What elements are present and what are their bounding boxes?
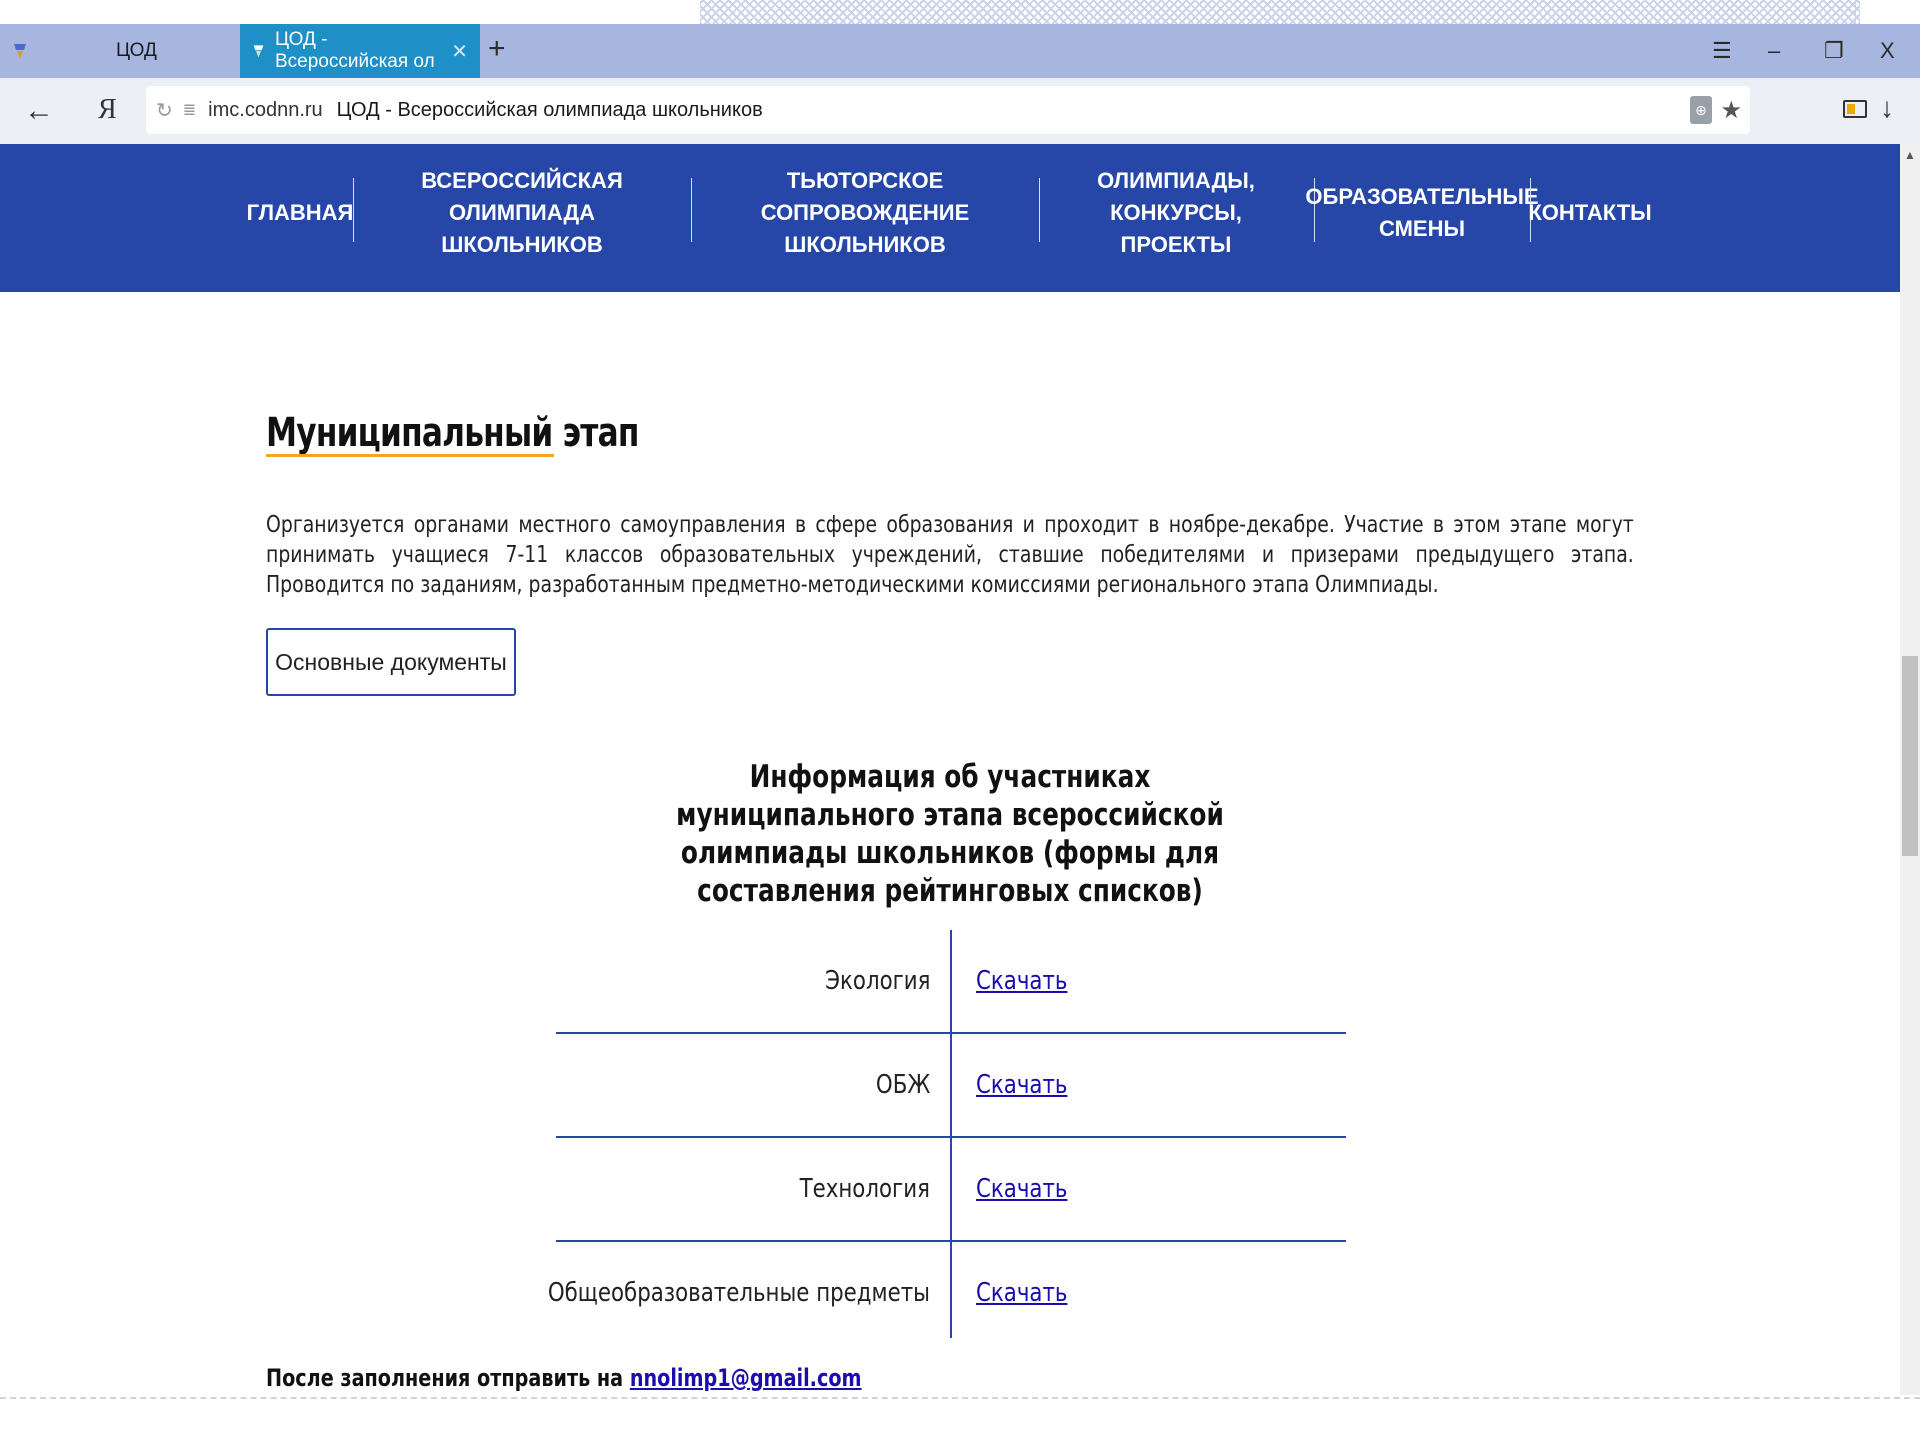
site-favicon-icon bbox=[14, 44, 26, 59]
site-navigation: ГЛАВНАЯ ВСЕРОССИЙСКАЯ ОЛИМПИАДА ШКОЛЬНИКО… bbox=[0, 144, 1900, 292]
table-column-divider bbox=[950, 930, 952, 1338]
email-link[interactable]: nnolimp1@gmail.com bbox=[630, 1364, 862, 1392]
main-documents-button[interactable]: Основные документы bbox=[266, 628, 516, 696]
tab-olympiad[interactable]: ЦОД - Всероссийская ол ✕ bbox=[240, 24, 480, 78]
tab-cod[interactable]: ЦОД bbox=[0, 24, 238, 78]
yandex-button[interactable]: Я bbox=[98, 94, 117, 126]
nav-contests[interactable]: ОЛИМПИАДЫ, КОНКУРСЫ, ПРОЕКТЫ bbox=[1050, 168, 1302, 257]
nav-home[interactable]: ГЛАВНАЯ bbox=[247, 180, 354, 246]
download-link[interactable]: Скачать bbox=[976, 1138, 1067, 1240]
download-icon[interactable]: ↓ bbox=[1880, 92, 1894, 124]
send-note-text: После заполнения отправить на bbox=[266, 1364, 624, 1392]
tab-label: ЦОД bbox=[116, 40, 157, 61]
send-note: После заполнения отправить на nnolimp1@g… bbox=[266, 1364, 862, 1392]
page-content: Муниципальный этап Организуется органами… bbox=[0, 292, 1900, 1395]
reload-icon[interactable]: ↻ bbox=[156, 98, 173, 123]
back-button[interactable]: ← bbox=[24, 94, 54, 128]
restore-button[interactable]: ❐ bbox=[1824, 38, 1844, 64]
url-field[interactable]: ↻ ≣ imc.codnn.ru ЦОД - Всероссийская оли… bbox=[146, 86, 1750, 134]
nav-divider bbox=[1039, 178, 1040, 242]
close-window-button[interactable]: X bbox=[1880, 38, 1895, 64]
nav-contacts[interactable]: КОНТАКТЫ bbox=[1528, 180, 1651, 246]
subject-cell: Экология bbox=[824, 966, 930, 996]
nav-divider bbox=[353, 178, 354, 242]
page-title: Муниципальный этап bbox=[266, 410, 639, 456]
slide-hatch-pattern bbox=[700, 0, 1860, 24]
close-tab-icon[interactable]: ✕ bbox=[451, 39, 468, 64]
tab-bar: ЦОД ЦОД - Всероссийская ол ✕ + ☰ – ❐ X bbox=[0, 24, 1920, 78]
browser-window: ЦОД ЦОД - Всероссийская ол ✕ + ☰ – ❐ X ←… bbox=[0, 24, 1920, 1395]
site-favicon-icon bbox=[253, 45, 264, 58]
download-link[interactable]: Скачать bbox=[976, 930, 1067, 1032]
url-domain: imc.codnn.ru bbox=[208, 98, 323, 121]
table-title: Информация об участниках муниципального … bbox=[676, 759, 1224, 909]
scroll-up-icon[interactable]: ▲ bbox=[1904, 148, 1916, 162]
new-tab-button[interactable]: + bbox=[488, 34, 506, 64]
download-link[interactable]: Скачать bbox=[976, 1242, 1067, 1344]
battery-saver-icon[interactable] bbox=[1843, 100, 1867, 118]
subject-cell: Общеобразовательные предметы bbox=[547, 1278, 930, 1308]
minimize-button[interactable]: – bbox=[1768, 38, 1780, 64]
slide-divider bbox=[1855, 0, 1856, 24]
download-link[interactable]: Скачать bbox=[976, 1034, 1067, 1136]
subject-cell: Технология bbox=[799, 1174, 930, 1204]
scrollbar[interactable]: ▲ bbox=[1900, 144, 1920, 1395]
slide-dashed-line bbox=[0, 1397, 1920, 1399]
heading-underline bbox=[266, 454, 554, 457]
intro-text: Организуется органами местного самоуправ… bbox=[266, 512, 1634, 598]
url-page-title: ЦОД - Всероссийская олимпиада школьников bbox=[336, 98, 763, 121]
nav-shifts[interactable]: ОБРАЗОВАТЕЛЬНЫЕ СМЕНЫ bbox=[1305, 180, 1538, 246]
bookmark-star-icon[interactable]: ★ bbox=[1720, 96, 1742, 125]
scrollbar-thumb[interactable] bbox=[1902, 656, 1918, 856]
page-info-icon[interactable]: ≣ bbox=[183, 100, 196, 120]
protect-icon[interactable]: ⊕ bbox=[1690, 96, 1712, 124]
nav-olympiad[interactable]: ВСЕРОССИЙСКАЯ ОЛИМПИАДА ШКОЛЬНИКОВ bbox=[365, 168, 679, 257]
menu-icon[interactable]: ☰ bbox=[1712, 38, 1732, 64]
nav-divider bbox=[691, 178, 692, 242]
subject-cell: ОБЖ bbox=[875, 1070, 930, 1100]
slide-backdrop-bottom bbox=[0, 1395, 1920, 1440]
tab-label: ЦОД - Всероссийская ол bbox=[274, 29, 435, 72]
slide-backdrop-top bbox=[0, 0, 1920, 24]
nav-tutoring[interactable]: ТЬЮТОРСКОЕ СОПРОВОЖДЕНИЕ ШКОЛЬНИКОВ bbox=[705, 168, 1025, 257]
address-bar: ← Я ↻ ≣ imc.codnn.ru ЦОД - Всероссийская… bbox=[0, 78, 1920, 144]
